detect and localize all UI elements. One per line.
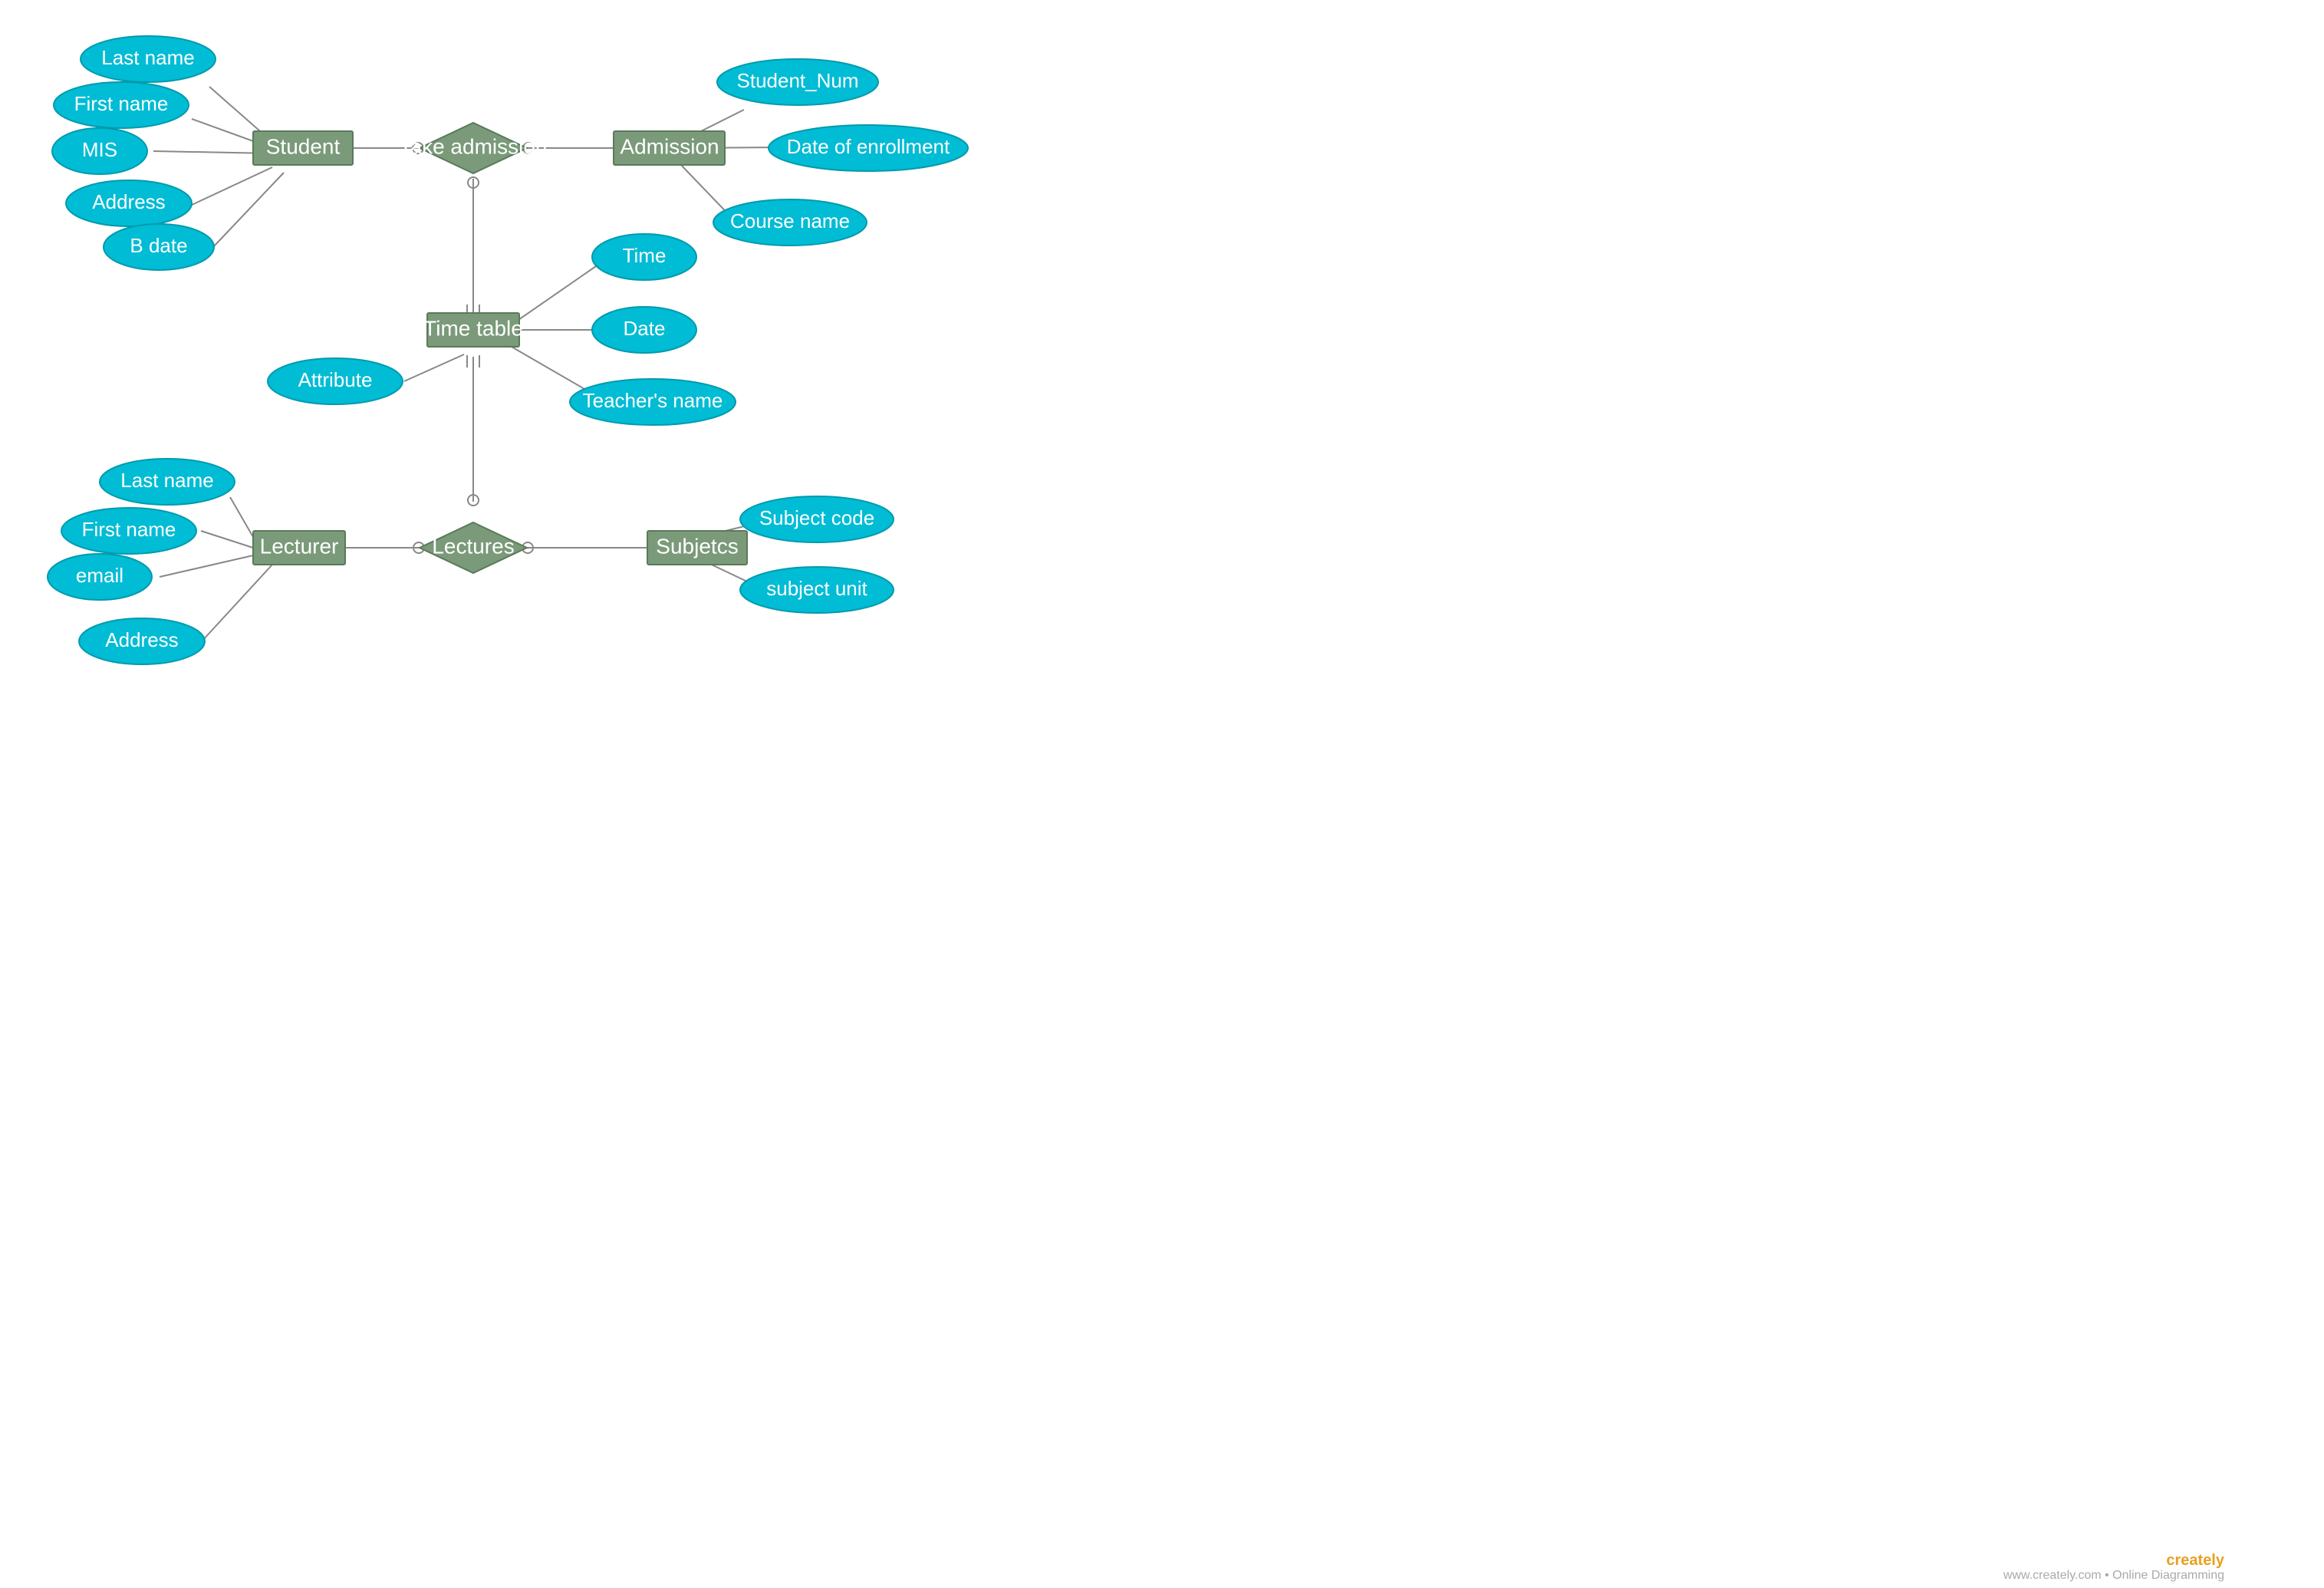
attr-tt-time-label: Time	[623, 244, 667, 267]
attr-subj-unit-label: subject unit	[766, 577, 867, 600]
line-lec-email	[160, 555, 253, 577]
entity-lecturer-label: Lecturer	[260, 534, 339, 558]
line-lec-address	[202, 565, 272, 641]
attr-student-lastname-label: Last name	[101, 46, 194, 69]
line-tt-attribute	[404, 354, 464, 381]
attr-lec-lastname-label: Last name	[120, 469, 213, 492]
attr-adm-studentnum-label: Student_Num	[737, 69, 859, 92]
attr-student-address-label: Address	[92, 190, 165, 213]
watermark-label: www.creately.com • Online Diagramming	[2003, 1569, 2224, 1582]
attr-lec-email-label: email	[76, 564, 123, 587]
attr-lec-address-label: Address	[105, 628, 178, 651]
line-lec-lastname	[230, 497, 253, 537]
attr-adm-coursename-label: Course name	[730, 209, 850, 232]
rel-take-admission-label: Take admission	[400, 134, 548, 158]
entity-subjetcs-label: Subjetcs	[656, 534, 738, 558]
line-student-bdate	[213, 173, 284, 247]
line-student-address	[190, 167, 272, 206]
attr-tt-date-label: Date	[624, 317, 666, 340]
attr-lec-firstname-label: First name	[82, 518, 176, 541]
line-lec-firstname	[201, 531, 253, 548]
attr-adm-dateenroll-label: Date of enrollment	[787, 135, 950, 158]
attr-tt-teacher-label: Teacher's name	[583, 389, 723, 412]
attr-student-mis-label: MIS	[82, 138, 117, 161]
rel-lectures-label: Lectures	[432, 534, 514, 558]
er-diagram: Student Admission Time table Lecturer Su…	[0, 0, 2324, 1588]
attr-student-bdate-label: B date	[130, 234, 187, 257]
entity-admission-label: Admission	[620, 134, 719, 158]
entity-student-label: Student	[266, 134, 341, 158]
attr-student-firstname-label: First name	[74, 92, 169, 115]
entity-timetable-label: Time table	[423, 316, 523, 340]
brand-label: creately	[2166, 1552, 2224, 1569]
attr-tt-attribute-label: Attribute	[298, 368, 373, 391]
attr-subj-code-label: Subject code	[759, 506, 874, 529]
